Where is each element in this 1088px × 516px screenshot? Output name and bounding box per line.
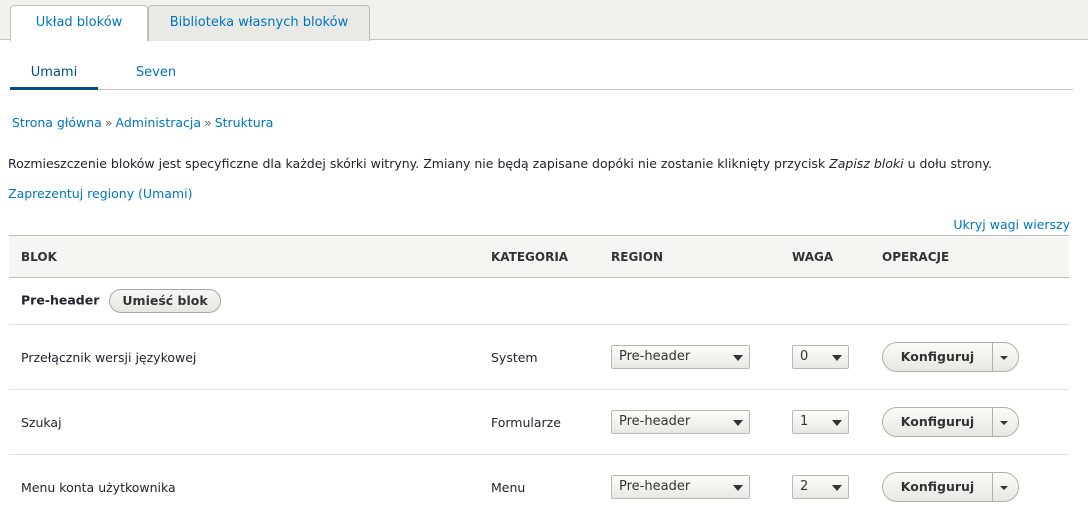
- table-row: Przełącznik wersji językowej System Pre-…: [9, 324, 1069, 390]
- chevron-down-icon: [832, 485, 842, 491]
- tab-custom-block-library[interactable]: Biblioteka własnych bloków: [148, 5, 370, 41]
- block-name: Szukaj: [9, 389, 479, 455]
- breadcrumb-home[interactable]: Strona główna: [12, 115, 102, 130]
- block-category: System: [479, 324, 599, 390]
- table-row: Szukaj Formularze Pre-header 1 Konfiguru…: [9, 389, 1069, 455]
- blocks-table: Blok Kategoria Region Waga Operacje Pre-…: [9, 235, 1069, 516]
- column-header-category: Kategoria: [491, 249, 569, 264]
- weight-select[interactable]: 0: [792, 345, 849, 369]
- tab-seven[interactable]: Seven: [118, 65, 194, 90]
- configure-button[interactable]: Konfiguruj: [883, 408, 993, 436]
- weight-select-value: 2: [800, 479, 809, 494]
- page-description: Rozmieszczenie bloków jest specyficzne d…: [8, 156, 1083, 171]
- breadcrumb-admin[interactable]: Administracja: [116, 115, 202, 130]
- region-cell: Pre-header: [599, 454, 780, 516]
- breadcrumb-separator: »: [204, 115, 212, 130]
- weight-select-value: 1: [800, 414, 809, 429]
- chevron-down-icon: [832, 355, 842, 361]
- block-name: Menu konta użytkownika: [9, 454, 479, 516]
- block-category: Formularze: [479, 389, 599, 455]
- region-title-cell: Pre-header Umieść blok: [9, 277, 1069, 325]
- column-header-region: Region: [611, 249, 663, 264]
- region-title: Pre-header: [21, 292, 100, 308]
- region-select-value: Pre-header: [619, 349, 691, 364]
- chevron-down-icon: [733, 420, 743, 426]
- weight-cell: 1: [780, 389, 870, 455]
- column-header-weight: Waga: [792, 249, 834, 264]
- region-title-row: Pre-header Umieść blok: [9, 277, 1069, 325]
- hide-row-weights-link[interactable]: Ukryj wagi wierszy: [953, 217, 1070, 232]
- region-select-value: Pre-header: [619, 414, 691, 429]
- chevron-down-icon: [832, 420, 842, 426]
- breadcrumb-structure[interactable]: Struktura: [215, 115, 274, 130]
- region-select[interactable]: Pre-header: [611, 345, 750, 369]
- column-header-operations: Operacje: [882, 249, 950, 264]
- breadcrumb: Strona główna» Administracja» Struktura: [12, 115, 273, 130]
- column-header-block: Blok: [21, 249, 57, 264]
- chevron-down-icon: [733, 485, 743, 491]
- operations-dropbutton: Konfiguruj: [882, 472, 1019, 502]
- region-cell: Pre-header: [599, 389, 780, 455]
- region-select[interactable]: Pre-header: [611, 410, 750, 434]
- description-emphasis: Zapisz bloki: [829, 156, 904, 171]
- dropbutton-toggle[interactable]: [992, 408, 1018, 436]
- primary-tabs: Układ bloków Biblioteka własnych bloków: [0, 0, 1088, 41]
- description-text: Rozmieszczenie bloków jest specyficzne d…: [8, 156, 830, 171]
- operations-cell: Konfiguruj: [870, 324, 1069, 390]
- table-row: Menu konta użytkownika Menu Pre-header 2…: [9, 454, 1069, 516]
- weight-cell: 0: [780, 324, 870, 390]
- theme-tabs: Umami Seven: [10, 56, 1073, 90]
- tab-block-layout[interactable]: Układ bloków: [10, 5, 148, 41]
- operations-dropbutton: Konfiguruj: [882, 407, 1019, 437]
- chevron-down-icon: [733, 355, 743, 361]
- weight-cell: 2: [780, 454, 870, 516]
- place-block-button[interactable]: Umieść blok: [109, 289, 221, 313]
- description-text-end: u dołu strony.: [903, 156, 992, 171]
- dropbutton-toggle[interactable]: [992, 343, 1018, 371]
- region-cell: Pre-header: [599, 324, 780, 390]
- block-category: Menu: [479, 454, 599, 516]
- block-name: Przełącznik wersji językowej: [9, 324, 479, 390]
- region-select[interactable]: Pre-header: [611, 475, 750, 499]
- weight-select[interactable]: 1: [792, 410, 849, 434]
- weight-select-value: 0: [800, 349, 809, 364]
- caret-down-icon: [1000, 356, 1008, 360]
- caret-down-icon: [1000, 486, 1008, 490]
- configure-button[interactable]: Konfiguruj: [883, 473, 993, 501]
- breadcrumb-separator: »: [104, 115, 113, 130]
- dropbutton-toggle[interactable]: [992, 473, 1018, 501]
- caret-down-icon: [1000, 421, 1008, 425]
- demonstrate-regions-link[interactable]: Zaprezentuj regiony (Umami): [8, 186, 192, 201]
- configure-button[interactable]: Konfiguruj: [883, 343, 993, 371]
- operations-cell: Konfiguruj: [870, 454, 1069, 516]
- operations-cell: Konfiguruj: [870, 389, 1069, 455]
- tab-umami[interactable]: Umami: [10, 65, 98, 90]
- weight-select[interactable]: 2: [792, 475, 849, 499]
- region-select-value: Pre-header: [619, 479, 691, 494]
- operations-dropbutton: Konfiguruj: [882, 342, 1019, 372]
- table-header: Blok Kategoria Region Waga Operacje: [9, 235, 1069, 278]
